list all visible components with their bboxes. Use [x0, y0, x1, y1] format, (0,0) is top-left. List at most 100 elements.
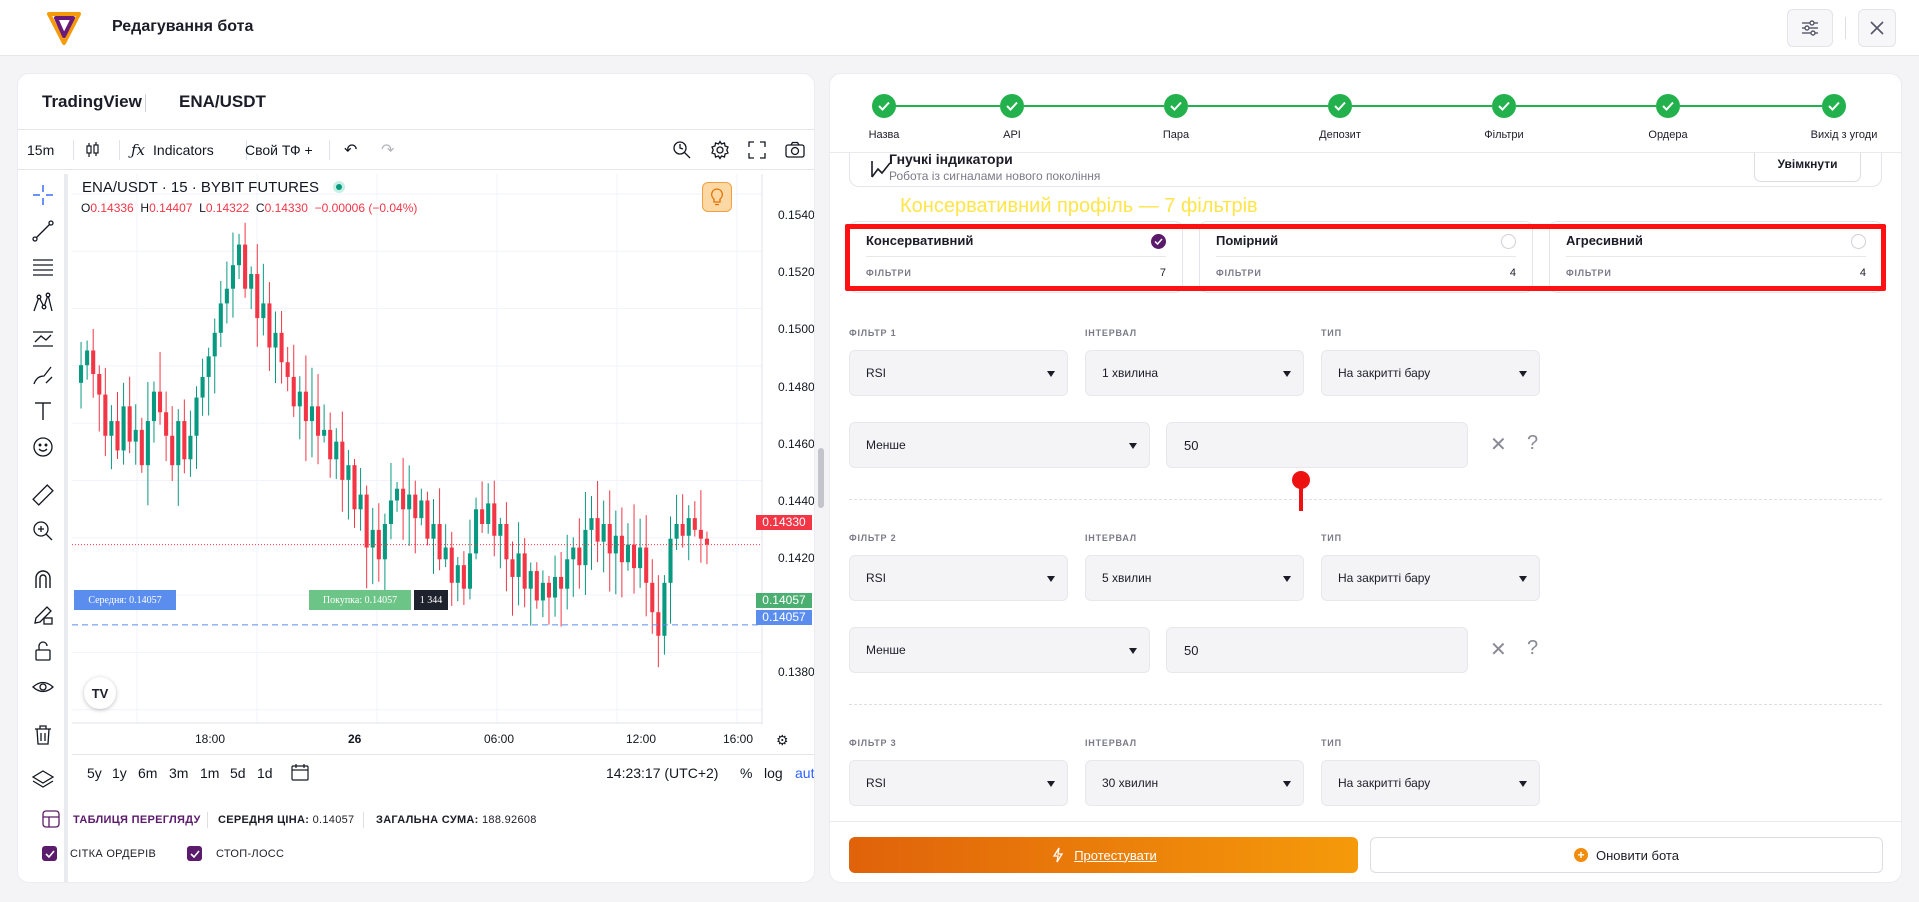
candle-body: [334, 441, 339, 460]
condition-select[interactable]: Менше: [849, 422, 1150, 468]
profile-radio-selected[interactable]: [1151, 234, 1166, 249]
candle-body: [419, 500, 424, 519]
fib-lines-icon: [33, 259, 53, 276]
screenshot-button[interactable]: [785, 130, 805, 170]
step-name[interactable]: [872, 94, 896, 118]
goto-date-button[interactable]: [291, 763, 309, 784]
tv-logo-icon[interactable]: TV: [84, 677, 116, 709]
range-1y[interactable]: 1y: [112, 765, 127, 781]
footer-divider: [207, 812, 208, 828]
condition-select[interactable]: Менше: [849, 627, 1150, 673]
price-chart[interactable]: [72, 174, 815, 724]
brush-tool[interactable]: [30, 362, 56, 388]
chart-type-button[interactable]: [84, 130, 102, 170]
total-sum-label: ЗАГАЛЬНА СУМА:: [376, 814, 479, 826]
y-tick: 0.15000: [778, 322, 815, 336]
type-select[interactable]: На закритті бару: [1321, 555, 1540, 601]
trend-line-tool[interactable]: [30, 218, 56, 244]
indicators-button[interactable]: ƒx Indicators: [131, 130, 214, 170]
alert-button[interactable]: [672, 130, 692, 170]
crosshair-tool[interactable]: [30, 182, 56, 208]
percent-scale-toggle[interactable]: %: [740, 765, 752, 781]
emoji-tool[interactable]: [30, 434, 56, 460]
profile-card-moderate[interactable]: Помірний ФІЛЬТРИ 4: [1199, 221, 1533, 293]
profile-name: Консервативний: [866, 233, 974, 248]
redo-button[interactable]: ↷: [381, 130, 394, 170]
zoom-tool[interactable]: [30, 518, 56, 544]
table-view-link[interactable]: ТАБЛИЦЯ ПЕРЕГЛЯДУ: [73, 814, 201, 826]
undo-button[interactable]: ↶: [344, 130, 357, 170]
indicator-select[interactable]: RSI: [849, 350, 1068, 396]
step-label: Ордера: [1648, 129, 1688, 141]
delete-drawings-tool[interactable]: [30, 722, 56, 748]
fib-tool[interactable]: [30, 254, 56, 280]
help-button[interactable]: ?: [1527, 432, 1538, 455]
threshold-input[interactable]: 50: [1166, 422, 1468, 468]
range-5y[interactable]: 5y: [87, 765, 102, 781]
editor-scroll-area[interactable]: Гнучкі індикатори Робота із сигналами но…: [830, 153, 1901, 821]
candle-body: [571, 547, 576, 560]
candle-body: [133, 429, 138, 442]
ruler-tool[interactable]: [30, 482, 56, 508]
text-tool[interactable]: [30, 398, 56, 424]
candle-body: [540, 582, 545, 601]
step-deposit[interactable]: [1328, 94, 1352, 118]
pattern-icon: [33, 292, 53, 312]
crosshair-icon: [33, 185, 53, 205]
profile-radio[interactable]: [1501, 234, 1516, 249]
layers-tool[interactable]: [30, 766, 56, 792]
step-pair[interactable]: [1164, 94, 1188, 118]
enable-flex-button[interactable]: Увімкнути: [1754, 153, 1861, 182]
lock-drawing-tool[interactable]: [30, 602, 56, 628]
pattern-tool[interactable]: [30, 290, 56, 316]
step-api[interactable]: [1000, 94, 1024, 118]
fullscreen-button[interactable]: [748, 130, 766, 170]
x-tick: 16:00: [723, 732, 754, 746]
step-exit[interactable]: [1822, 94, 1846, 118]
check-icon: [1006, 101, 1018, 111]
step-filters[interactable]: [1492, 94, 1516, 118]
type-select[interactable]: На закритті бару: [1321, 760, 1540, 806]
interval-select[interactable]: 5 хвилин: [1085, 555, 1304, 601]
profile-card-conservative[interactable]: Консервативний ФІЛЬТРИ 7: [849, 221, 1183, 293]
chart-settings-button[interactable]: [710, 130, 730, 170]
interval-select[interactable]: 30 хвилин: [1085, 760, 1304, 806]
test-bot-button[interactable]: Протестувати: [849, 837, 1358, 873]
update-bot-button[interactable]: + Оновити бота: [1370, 837, 1883, 873]
threshold-input[interactable]: 50: [1166, 627, 1468, 673]
interval-button[interactable]: 15m: [27, 130, 54, 170]
auto-scale-toggle[interactable]: auto: [795, 765, 814, 781]
candle-body: [346, 465, 351, 480]
stop-loss-checkbox[interactable]: [187, 846, 202, 861]
profile-radio[interactable]: [1851, 234, 1866, 249]
magnet-tool[interactable]: [30, 566, 56, 592]
step-orders[interactable]: [1656, 94, 1680, 118]
filter-settings-button[interactable]: [1787, 9, 1833, 47]
order-grid-checkbox[interactable]: [42, 846, 57, 861]
range-6m[interactable]: 6m: [138, 765, 157, 781]
remove-filter-button[interactable]: ✕: [1490, 637, 1507, 662]
type-select[interactable]: На закритті бару: [1321, 350, 1540, 396]
help-button[interactable]: ?: [1527, 637, 1538, 660]
unlock-tool[interactable]: [30, 638, 56, 664]
range-3m[interactable]: 3m: [169, 765, 188, 781]
panel-resize-handle[interactable]: [818, 448, 824, 508]
idea-button[interactable]: [702, 182, 732, 212]
range-5d[interactable]: 5d: [230, 765, 246, 781]
middle-order-label[interactable]: Середня: 0.14057: [74, 590, 176, 610]
profile-card-aggressive[interactable]: Агресивний ФІЛЬТРИ 4: [1549, 221, 1883, 293]
axis-settings-button[interactable]: ⚙: [776, 732, 789, 749]
interval-select[interactable]: 1 хвилина: [1085, 350, 1304, 396]
buy-order-label[interactable]: Покупка: 0.14057: [309, 590, 411, 610]
log-scale-toggle[interactable]: log: [764, 765, 783, 781]
visibility-tool[interactable]: [30, 674, 56, 700]
close-button[interactable]: [1858, 9, 1896, 47]
candle-body: [382, 524, 387, 560]
range-1d[interactable]: 1d: [257, 765, 273, 781]
custom-tf-button[interactable]: Свой ТФ +: [245, 130, 313, 170]
remove-filter-button[interactable]: ✕: [1490, 432, 1507, 457]
range-1m[interactable]: 1m: [200, 765, 219, 781]
indicator-select[interactable]: RSI: [849, 760, 1068, 806]
forecast-tool[interactable]: [30, 326, 56, 352]
indicator-select[interactable]: RSI: [849, 555, 1068, 601]
